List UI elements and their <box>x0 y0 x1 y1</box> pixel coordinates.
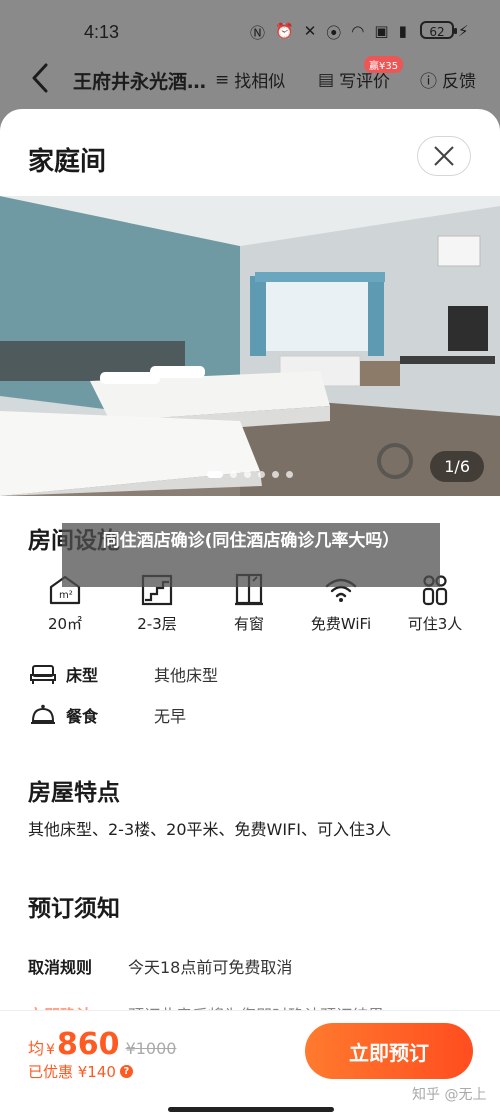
status-icons: Ⓝ ⏰ ✕ ⦿ ◠ ▣ ▮ <box>250 22 407 43</box>
book-now-button[interactable]: 立即预订 <box>305 1023 473 1079</box>
room-photo-image <box>0 196 500 496</box>
question-icon[interactable]: ? <box>119 1065 133 1078</box>
features-title: 房屋特点 <box>28 780 120 806</box>
photo-pagination-dots <box>207 471 293 478</box>
nfc-icon: Ⓝ <box>250 24 266 42</box>
hd-icon: ▣ <box>374 22 389 40</box>
original-price: ¥1000 <box>125 1039 177 1058</box>
alarm-icon: ⏰ <box>275 22 294 40</box>
feedback-icon: ⓘ <box>420 72 437 92</box>
find-similar-icon: ≡ <box>215 69 230 90</box>
meal-row: 餐食 无早 <box>30 703 186 727</box>
room-title: 家庭间 <box>28 147 107 177</box>
discount-info[interactable]: 已优惠 ¥140 ? <box>28 1061 133 1082</box>
room-photo[interactable]: 1/6 <box>0 196 500 496</box>
review-icon: ▤ <box>318 69 335 90</box>
price: 860 <box>56 1027 120 1062</box>
feedback-button[interactable]: ⓘ 反馈 <box>420 67 476 92</box>
price-row: 均 ¥ 860 ¥1000 <box>28 1027 177 1062</box>
overlay-banner: 同住酒店确诊(同住酒店确诊几率大吗） <box>62 523 440 587</box>
bed-icon <box>30 665 56 684</box>
mute-icon: ✕ <box>303 22 317 40</box>
review-reward-badge: 赢¥35 <box>364 56 404 73</box>
room-detail-sheet: 家庭间 1/6 m² 20㎡ 2-3层 有窗 免费WiFi 可住3人 床型 其他… <box>0 109 500 1111</box>
home-indicator[interactable] <box>168 1107 334 1112</box>
status-bar: 4:13 Ⓝ ⏰ ✕ ⦿ ◠ ▣ ▮ 62 ⚡ <box>0 0 500 60</box>
find-similar-button[interactable]: ≡ 找相似 <box>215 67 285 93</box>
location-icon: ⦿ <box>326 24 342 42</box>
photo-counter: 1/6 <box>430 451 484 482</box>
watermark: 知乎 @无上 <box>412 1087 487 1103</box>
notice-title: 预订须知 <box>28 896 120 922</box>
svg-text:m²: m² <box>59 590 73 601</box>
close-icon <box>434 146 454 166</box>
bottom-booking-bar: 均 ¥ 860 ¥1000 已优惠 ¥140 ? 立即预订 知乎 @无上 <box>0 1010 500 1112</box>
hotel-title: 王府井永光酒… <box>73 71 207 93</box>
top-nav: 王府井永光酒… ≡ 找相似 ▤ 写评价 赢¥35 ⓘ 反馈 <box>0 55 500 105</box>
close-button[interactable] <box>417 136 471 176</box>
bed-type-row: 床型 其他床型 <box>30 662 218 686</box>
wifi-status-icon: ◠ <box>351 22 365 40</box>
charging-icon: ⚡ <box>458 22 469 40</box>
status-time: 4:13 <box>84 22 120 42</box>
meal-icon <box>31 704 55 724</box>
signal-icon: ▮ <box>398 22 407 40</box>
features-text: 其他床型、2-3楼、20平米、免费WIFI、可入住3人 <box>28 820 392 839</box>
chevron-left-icon[interactable] <box>30 61 50 104</box>
battery-icon: 62 <box>420 21 457 39</box>
cancel-policy-row: 取消规则 今天18点前可免费取消 <box>28 958 293 977</box>
